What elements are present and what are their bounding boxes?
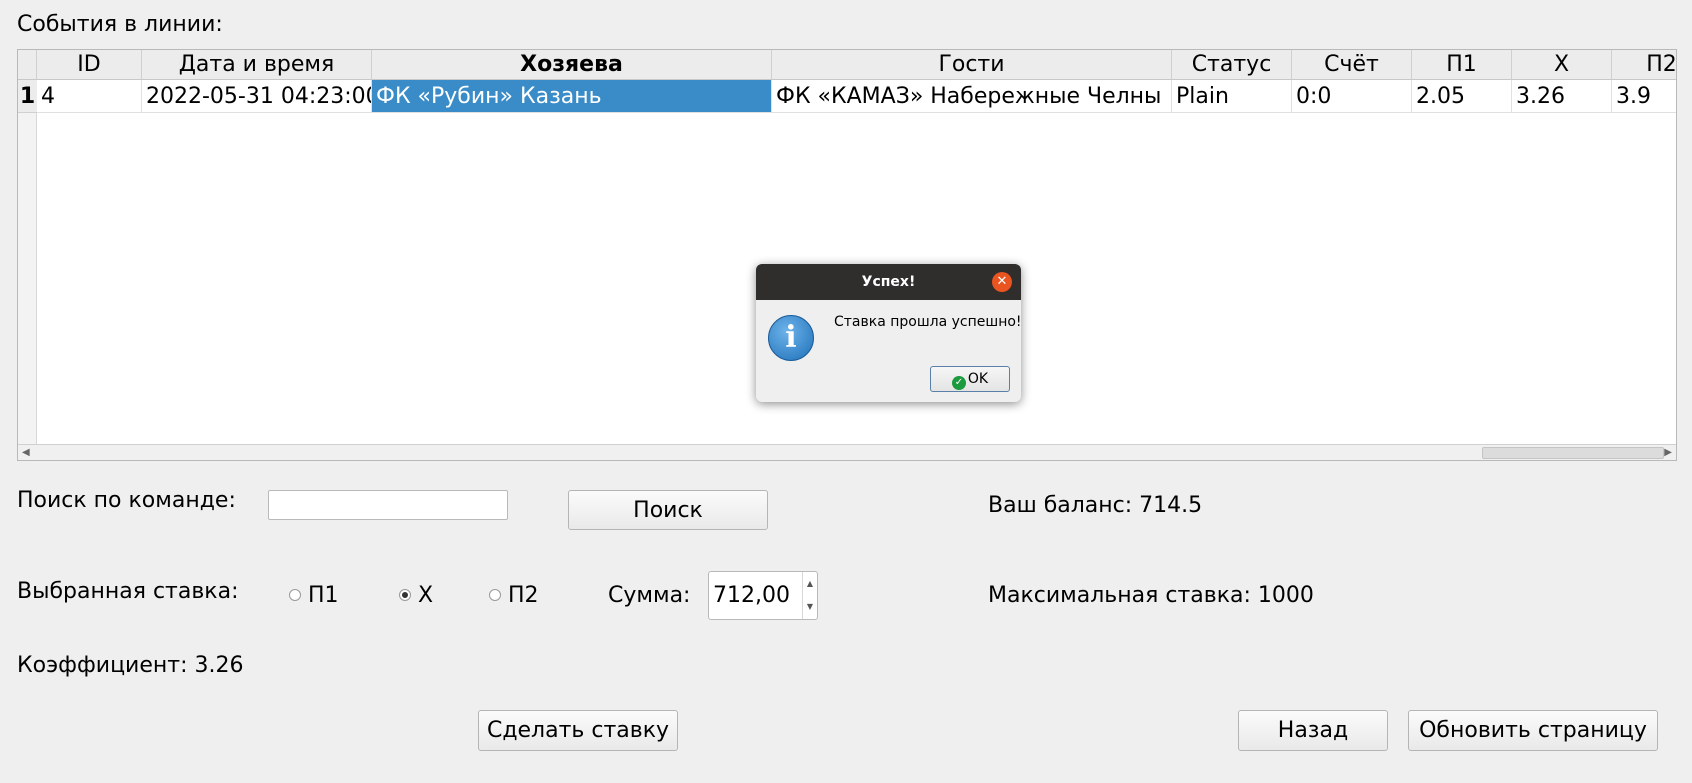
cell-score[interactable]: 0:0 bbox=[1292, 80, 1412, 113]
scrollbar-thumb[interactable] bbox=[1482, 447, 1664, 459]
sum-label: Сумма: bbox=[608, 583, 691, 608]
cell-x[interactable]: 3.26 bbox=[1512, 80, 1612, 113]
cell-away[interactable]: ФК «КАМАЗ» Набережные Челны bbox=[772, 80, 1172, 113]
max-bet-label: Максимальная ставка: 1000 bbox=[988, 583, 1314, 608]
dialog-message: Ставка прошла успешно! bbox=[834, 314, 1021, 330]
ok-label: OK bbox=[967, 371, 989, 387]
radio-x-label[interactable]: Х bbox=[418, 583, 433, 608]
table-row[interactable]: 4 2022-05-31 04:23:00 ФК «Рубин» Казань … bbox=[37, 80, 1676, 113]
radio-p2-label[interactable]: П2 bbox=[508, 583, 539, 608]
balance-label: Ваш баланс: 714.5 bbox=[988, 493, 1203, 518]
dialog-title: Успех! bbox=[756, 264, 1021, 300]
column-header-status[interactable]: Статус bbox=[1172, 50, 1292, 80]
search-label: Поиск по команде: bbox=[17, 488, 236, 513]
make-bet-button[interactable]: Сделать ставку bbox=[478, 710, 678, 751]
spin-arrows[interactable]: ▲ ▼ bbox=[802, 572, 817, 619]
info-icon: i bbox=[768, 315, 814, 361]
column-header-p1[interactable]: П1 bbox=[1412, 50, 1512, 80]
spin-up-icon[interactable]: ▲ bbox=[803, 572, 817, 595]
cell-home-selected[interactable]: ФК «Рубин» Казань bbox=[372, 80, 772, 113]
horizontal-scrollbar[interactable]: ◀ ▶ bbox=[18, 444, 1676, 460]
events-label: События в линии: bbox=[17, 12, 223, 37]
column-header-datetime[interactable]: Дата и время bbox=[142, 50, 372, 80]
radio-p2[interactable] bbox=[489, 589, 501, 601]
refresh-button[interactable]: Обновить страницу bbox=[1408, 710, 1658, 751]
column-header-p2[interactable]: П2 bbox=[1612, 50, 1676, 80]
table-corner[interactable] bbox=[18, 50, 37, 80]
radio-p1-label[interactable]: П1 bbox=[308, 583, 339, 608]
scroll-left-icon[interactable]: ◀ bbox=[22, 447, 30, 458]
radio-p1[interactable] bbox=[289, 589, 301, 601]
column-header-x[interactable]: Х bbox=[1512, 50, 1612, 80]
ok-button[interactable]: ✓ OK bbox=[930, 366, 1010, 392]
column-header-score[interactable]: Счёт bbox=[1292, 50, 1412, 80]
success-dialog: Успех! ✕ i Ставка прошла успешно! ✓ OK bbox=[756, 264, 1021, 402]
back-button[interactable]: Назад bbox=[1238, 710, 1388, 751]
cell-p1[interactable]: 2.05 bbox=[1412, 80, 1512, 113]
cell-datetime[interactable]: 2022-05-31 04:23:00 bbox=[142, 80, 372, 113]
sum-value[interactable]: 712,00 bbox=[713, 572, 790, 619]
column-header-id[interactable]: ID bbox=[37, 50, 142, 80]
column-header-home[interactable]: Хозяева bbox=[372, 50, 772, 80]
search-button[interactable]: Поиск bbox=[568, 490, 768, 530]
close-icon[interactable]: ✕ bbox=[992, 272, 1012, 292]
search-input[interactable] bbox=[268, 490, 508, 520]
row-number[interactable]: 1 bbox=[18, 80, 37, 113]
cell-status[interactable]: Plain bbox=[1172, 80, 1292, 113]
table-header: ID Дата и время Хозяева Гости Статус Счё… bbox=[37, 50, 1676, 80]
selected-bet-label: Выбранная ставка: bbox=[17, 579, 239, 604]
spin-down-icon[interactable]: ▼ bbox=[803, 595, 817, 618]
column-header-away[interactable]: Гости bbox=[772, 50, 1172, 80]
check-icon: ✓ bbox=[951, 376, 966, 390]
cell-p2[interactable]: 3.9 bbox=[1612, 80, 1676, 113]
radio-x[interactable] bbox=[399, 589, 411, 601]
row-header bbox=[18, 80, 37, 444]
scroll-right-icon[interactable]: ▶ bbox=[1664, 447, 1672, 458]
cell-id[interactable]: 4 bbox=[37, 80, 142, 113]
sum-spinbox[interactable]: 712,00 ▲ ▼ bbox=[708, 571, 818, 620]
coefficient-label: Коэффициент: 3.26 bbox=[17, 653, 244, 678]
